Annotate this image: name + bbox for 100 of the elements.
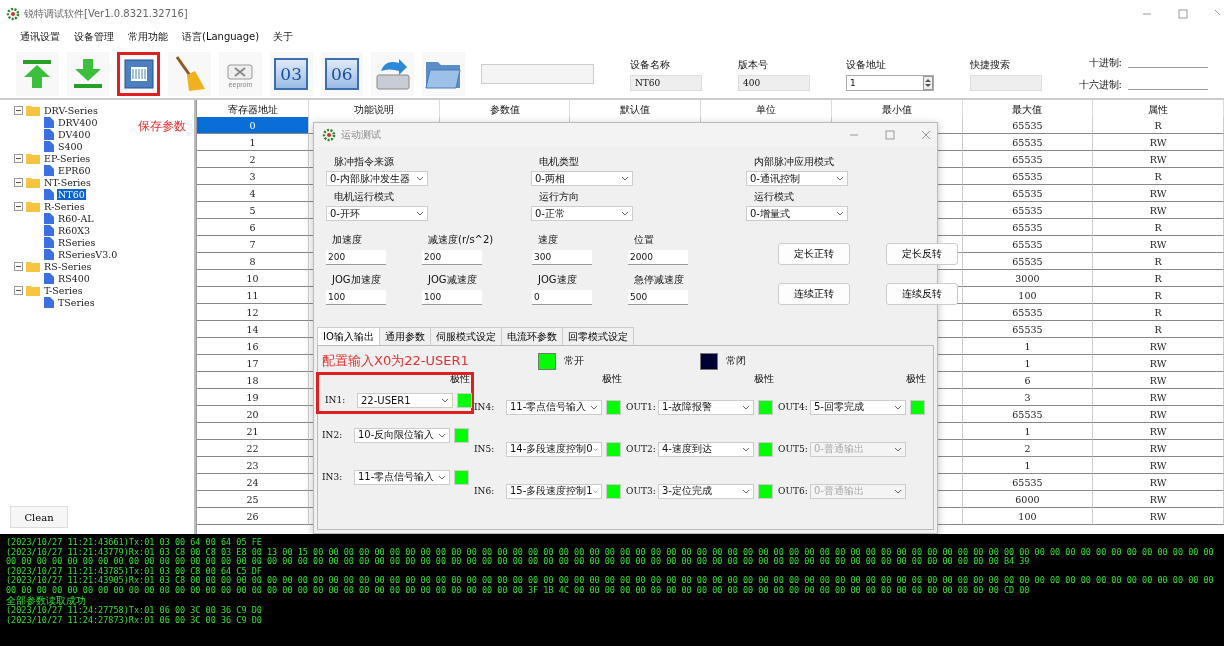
- action-button[interactable]: 连续反转: [886, 283, 958, 305]
- input-field[interactable]: 2000: [628, 250, 688, 265]
- value-field[interactable]: 400: [737, 74, 810, 91]
- polarity-indicator[interactable]: [454, 427, 469, 443]
- text-field[interactable]: [480, 64, 594, 84]
- toolbar-button[interactable]: [117, 52, 161, 96]
- collapse-icon[interactable]: [14, 177, 23, 187]
- spinner-arrows-icon[interactable]: [922, 75, 933, 90]
- collapse-icon[interactable]: [14, 201, 23, 211]
- polarity-indicator[interactable]: [606, 441, 621, 457]
- dropdown[interactable]: 10-反向限位输入: [354, 427, 450, 443]
- spin-field[interactable]: 1: [845, 74, 934, 91]
- table-cell[interactable]: 3: [197, 168, 309, 185]
- table-cell[interactable]: 5: [197, 202, 309, 219]
- dropdown[interactable]: 0-增量式: [746, 206, 848, 221]
- tree-item[interactable]: EPR60: [57, 164, 92, 176]
- action-button[interactable]: 定长反转: [886, 243, 958, 265]
- dropdown[interactable]: 0-内部脉冲发生器: [326, 171, 428, 186]
- menu-item[interactable]: 语言(Language): [182, 30, 260, 44]
- dropdown[interactable]: 5-回零完成: [810, 399, 906, 415]
- table-cell[interactable]: 22: [197, 440, 309, 457]
- tree-item[interactable]: RSeries: [57, 236, 97, 248]
- toolbar-button[interactable]: [16, 52, 59, 96]
- tab[interactable]: 电流环参数: [500, 327, 563, 345]
- table-cell[interactable]: 25: [197, 491, 309, 508]
- toolbar-button[interactable]: [168, 52, 212, 96]
- dropdown[interactable]: 0-正常: [531, 206, 633, 221]
- table-cell[interactable]: 20: [197, 406, 309, 423]
- tree-item[interactable]: RSeriesV3.0: [57, 248, 119, 260]
- table-cell[interactable]: 17: [197, 355, 309, 372]
- collapse-icon[interactable]: [14, 261, 23, 271]
- clean-button[interactable]: Clean: [10, 506, 68, 528]
- dropdown[interactable]: 0-开环: [326, 206, 428, 221]
- toolbar-button[interactable]: 06: [320, 52, 364, 96]
- collapse-icon[interactable]: [14, 153, 23, 163]
- menu-item[interactable]: 关于: [273, 30, 294, 44]
- maximize-icon[interactable]: [1178, 9, 1188, 19]
- toolbar-button[interactable]: 03: [269, 52, 313, 96]
- table-cell[interactable]: 10: [197, 270, 309, 287]
- polarity-indicator[interactable]: [758, 483, 773, 499]
- table-cell[interactable]: 1: [197, 134, 309, 151]
- table-cell[interactable]: 19: [197, 389, 309, 406]
- toolbar-button[interactable]: [371, 52, 414, 96]
- input-field[interactable]: 100: [326, 290, 386, 305]
- collapse-icon[interactable]: [14, 285, 23, 295]
- polarity-indicator[interactable]: [758, 441, 773, 457]
- dropdown[interactable]: 1-故障报警: [658, 399, 754, 415]
- table-cell[interactable]: 24: [197, 474, 309, 491]
- table-cell[interactable]: 4: [197, 185, 309, 202]
- action-button[interactable]: 定长正转: [778, 243, 850, 265]
- table-cell[interactable]: 12: [197, 304, 309, 321]
- value-field[interactable]: NT60: [629, 74, 702, 91]
- table-cell[interactable]: 7: [197, 236, 309, 253]
- dropdown[interactable]: 3-定位完成: [658, 483, 754, 499]
- tab[interactable]: 通用参数: [378, 327, 431, 345]
- dropdown[interactable]: 11-零点信号输入: [506, 399, 602, 415]
- table-cell[interactable]: 8: [197, 253, 309, 270]
- input-field[interactable]: 0: [532, 290, 592, 305]
- dropdown[interactable]: 22-USER1: [357, 392, 453, 408]
- table-cell[interactable]: 0: [197, 117, 309, 134]
- dropdown[interactable]: 0-两相: [531, 171, 633, 186]
- polarity-indicator[interactable]: [606, 399, 621, 415]
- table-cell[interactable]: 6: [197, 219, 309, 236]
- dropdown[interactable]: 11-零点信号输入: [354, 469, 450, 485]
- input-field[interactable]: 200: [422, 250, 482, 265]
- menu-item[interactable]: 常用功能: [128, 30, 168, 44]
- tree-item[interactable]: DRV-Series: [43, 104, 99, 116]
- tree-item[interactable]: DV400: [57, 128, 92, 140]
- table-cell[interactable]: 23: [197, 457, 309, 474]
- table-cell[interactable]: 21: [197, 423, 309, 440]
- polarity-indicator[interactable]: [758, 399, 773, 415]
- tab[interactable]: 伺服模式设定: [429, 327, 502, 345]
- tree-item[interactable]: NT60: [57, 188, 86, 200]
- menu-item[interactable]: 通讯设置: [20, 30, 60, 44]
- input-field[interactable]: 500: [628, 290, 688, 305]
- value-field[interactable]: [969, 74, 1042, 91]
- table-cell[interactable]: 11: [197, 287, 309, 304]
- tree-item[interactable]: NT-Series: [43, 176, 92, 188]
- tree-item[interactable]: RS-Series: [43, 260, 93, 272]
- input-field[interactable]: 200: [326, 250, 386, 265]
- toolbar-button[interactable]: [421, 52, 465, 96]
- toolbar-button[interactable]: [66, 52, 110, 96]
- tab[interactable]: IO输入输出: [317, 327, 380, 345]
- tree-item[interactable]: S400: [57, 140, 84, 152]
- table-cell[interactable]: 16: [197, 338, 309, 355]
- input-field[interactable]: 100: [422, 290, 482, 305]
- close-icon[interactable]: [921, 130, 931, 140]
- tree-item[interactable]: T-Series: [43, 284, 84, 296]
- action-button[interactable]: 连续正转: [778, 283, 850, 305]
- tree-item[interactable]: RS400: [57, 272, 91, 284]
- tree-item[interactable]: R-Series: [43, 200, 86, 212]
- tree-item[interactable]: R60-AL: [57, 212, 95, 224]
- dropdown[interactable]: 14-多段速度控制0: [506, 441, 602, 457]
- tree-item[interactable]: TSeries: [57, 296, 96, 308]
- input-field[interactable]: 300: [532, 250, 592, 265]
- polarity-indicator[interactable]: [454, 469, 469, 485]
- table-cell[interactable]: 26: [197, 508, 309, 525]
- table-cell[interactable]: 18: [197, 372, 309, 389]
- menu-item[interactable]: 设备管理: [74, 30, 114, 44]
- dropdown[interactable]: 4-速度到达: [658, 441, 754, 457]
